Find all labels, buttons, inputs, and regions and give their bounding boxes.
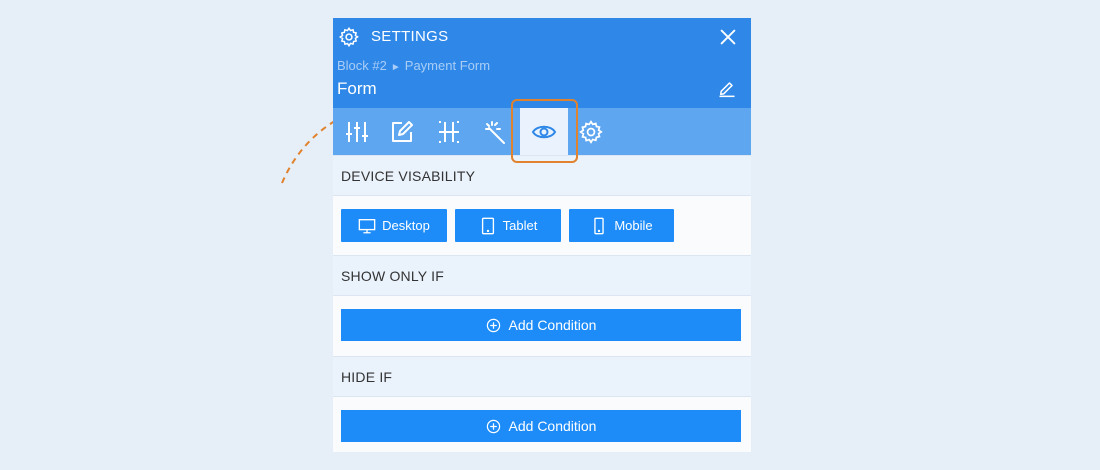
settings-panel: SETTINGS Block #2 ► Payment Form Form DE… <box>333 18 751 452</box>
tablet-label: Tablet <box>502 218 538 233</box>
hide-if-body: Add Condition <box>333 397 751 452</box>
breadcrumb-item[interactable]: Payment Form <box>405 58 490 73</box>
tool-settings[interactable] <box>567 108 615 155</box>
edit-icon <box>392 120 413 142</box>
tool-layout[interactable] <box>425 108 473 155</box>
pencil-icon[interactable] <box>717 78 737 98</box>
eye-icon <box>531 125 557 138</box>
breadcrumb: Block #2 ► Payment Form <box>337 58 490 73</box>
device-visibility-heading: DEVICE VISABILITY <box>333 155 751 196</box>
sliders-icon <box>346 121 368 142</box>
tool-edit[interactable] <box>378 108 426 155</box>
tool-sliders[interactable] <box>333 108 381 155</box>
mobile-button[interactable]: Mobile <box>569 209 674 242</box>
show-only-if-heading: SHOW ONLY IF <box>333 255 751 296</box>
tool-visibility[interactable] <box>520 108 568 155</box>
close-icon[interactable] <box>717 26 739 48</box>
gear-icon <box>579 119 603 144</box>
gear-icon <box>338 26 359 48</box>
panel-title: SETTINGS <box>371 28 449 45</box>
tablet-button[interactable]: Tablet <box>455 209 561 242</box>
mobile-label: Mobile <box>614 218 653 233</box>
mobile-icon <box>594 217 605 234</box>
device-buttons: Desktop Tablet Mobile <box>333 196 751 255</box>
breadcrumb-item[interactable]: Block #2 <box>337 58 387 73</box>
breadcrumb-separator: ► <box>390 62 401 73</box>
magic-wand-icon <box>485 120 505 144</box>
desktop-icon <box>358 218 376 233</box>
tablet-icon <box>481 217 494 234</box>
toolbar <box>333 108 751 155</box>
hide-add-condition-button[interactable]: Add Condition <box>341 410 741 442</box>
plus-circle-icon <box>486 419 500 433</box>
form-title: Form <box>337 79 377 98</box>
show-add-condition-label: Add Condition <box>508 317 597 333</box>
desktop-button[interactable]: Desktop <box>341 209 447 242</box>
panel-header: SETTINGS Block #2 ► Payment Form Form <box>333 18 751 108</box>
show-add-condition-button[interactable]: Add Condition <box>341 309 741 341</box>
hide-if-heading: HIDE IF <box>333 356 751 397</box>
tool-magic[interactable] <box>472 108 520 155</box>
layout-grid-icon <box>439 120 459 143</box>
show-only-if-body: Add Condition <box>333 296 751 356</box>
hide-add-condition-label: Add Condition <box>508 418 597 434</box>
plus-circle-icon <box>486 318 500 332</box>
desktop-label: Desktop <box>382 218 430 233</box>
